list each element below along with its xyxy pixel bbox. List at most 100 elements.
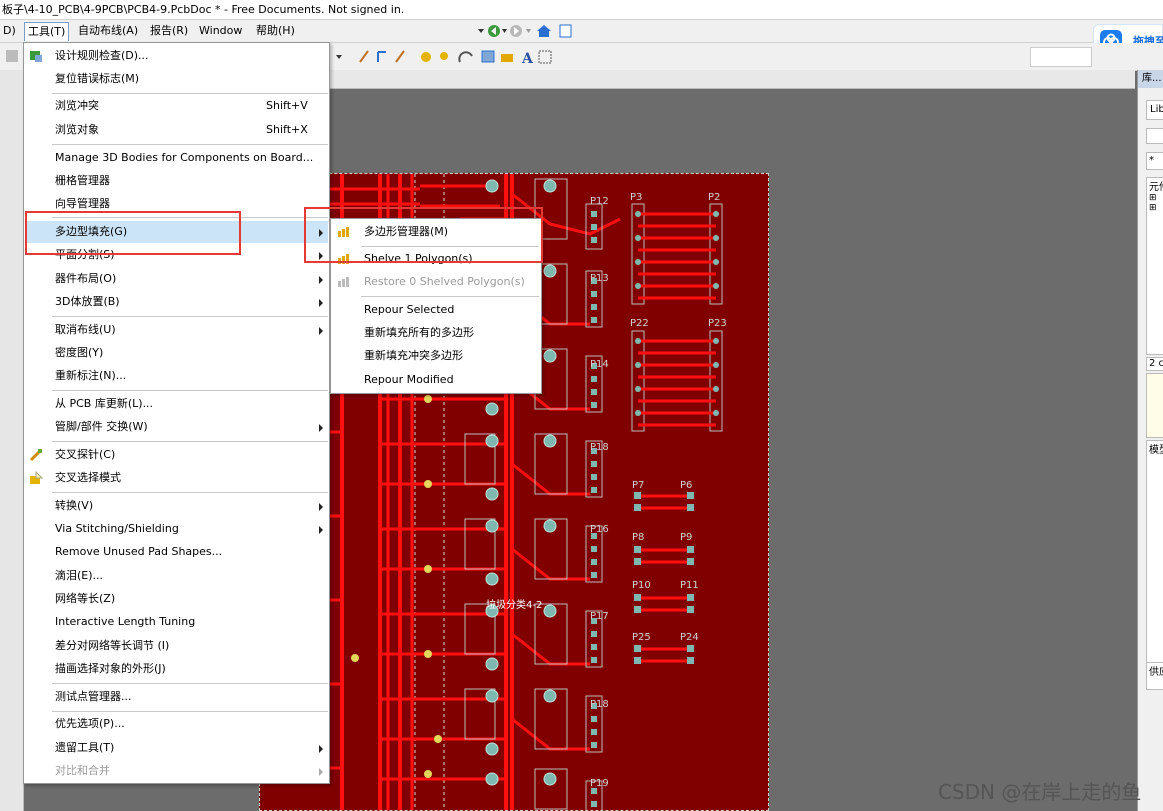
menu-item-design-rule-check[interactable]: 设计规则检查(D)...	[25, 45, 328, 67]
menu-item-outline-selected-objects[interactable]: 描画选择对象的外形(J)	[25, 658, 328, 680]
menu-design-partial[interactable]: D)	[0, 22, 19, 40]
document-tab-strip	[330, 70, 1135, 89]
left-panel-strip	[0, 70, 24, 811]
menu-item-3d-body-placement[interactable]: 3D体放置(B)	[25, 291, 328, 313]
window-title-text: 板子\4-10_PCB\4-9PCB\PCB4-9.PcbDoc * - Fre…	[2, 3, 405, 16]
models-header: 模型	[1149, 445, 1163, 456]
string-icon[interactable]: A	[521, 51, 534, 66]
menu-separator	[52, 441, 328, 442]
tools-menu: 设计规则检查(D)... 复位错误标志(M) 浏览冲突 Shift+V 浏览对象…	[23, 42, 330, 784]
home-icon[interactable]	[537, 25, 551, 31]
submenu-item-repour-selected[interactable]: Repour Selected	[332, 299, 540, 321]
menu-window[interactable]: Window	[196, 22, 245, 40]
supplier-section: 供应	[1146, 662, 1163, 690]
designator-label: P9	[680, 532, 692, 543]
interactive-route-icon[interactable]	[359, 50, 369, 63]
menu-reports[interactable]: 报告(R)	[147, 22, 191, 40]
designator-label: P11	[680, 580, 699, 591]
designator-label: P24	[680, 632, 699, 643]
dropdown-arrow-icon[interactable]	[526, 29, 531, 33]
designator-label: P6	[680, 480, 692, 491]
menu-item-component-placement[interactable]: 器件布局(O)	[25, 268, 328, 290]
submenu-item-repour-violating[interactable]: 重新填充冲突多边形	[332, 345, 540, 367]
menu-item-re-annotate[interactable]: 重新标注(N)...	[25, 365, 328, 387]
menu-item-interactive-length-tuning[interactable]: Interactive Length Tuning	[25, 611, 328, 633]
cross-select-icon	[30, 471, 43, 484]
menu-tools[interactable]: 工具(T)	[24, 22, 70, 41]
menu-item-manage-3d-bodies[interactable]: Manage 3D Bodies for Components on Board…	[25, 147, 328, 169]
csdn-watermark: CSDN @在岸上走的鱼	[938, 780, 1142, 804]
submenu-item-repour-modified[interactable]: Repour Modified	[332, 369, 540, 391]
submenu-arrow-icon	[319, 424, 323, 432]
component-count: 2 c	[1146, 357, 1163, 371]
menu-item-cross-select-mode[interactable]: 交叉选择模式	[25, 467, 328, 489]
models-section: 模型	[1146, 440, 1163, 665]
menu-item-remove-unused-pad-shapes[interactable]: Remove Unused Pad Shapes...	[25, 541, 328, 563]
submenu-arrow-icon	[319, 768, 323, 776]
submenu-item-repour-all[interactable]: 重新填充所有的多边形	[332, 322, 540, 344]
window-title: 板子\4-10_PCB\4-9PCB\PCB4-9.PcbDoc * - Fre…	[0, 0, 1163, 20]
tree-expander[interactable]: ⊞	[1149, 203, 1163, 213]
component-preview	[1146, 373, 1163, 438]
via-icon[interactable]	[440, 52, 448, 60]
dropdown-arrow-icon[interactable]	[502, 29, 507, 33]
menu-separator	[52, 144, 328, 145]
filter-input[interactable]	[1030, 47, 1092, 67]
menu-item-reset-error-markers[interactable]: 复位错误标志(M)	[25, 68, 328, 90]
component-list[interactable]: 元件 ⊞ ⊞	[1146, 177, 1163, 355]
multi-route-icon[interactable]	[395, 50, 405, 63]
menu-item-density-map[interactable]: 密度图(Y)	[25, 342, 328, 364]
menu-help[interactable]: 帮助(H)	[253, 22, 298, 40]
designator-label: P3	[630, 192, 642, 203]
designator-label: P17	[590, 611, 609, 622]
menu-item-diff-pair-length-tuning[interactable]: 差分对网络等长调节 (I)	[25, 635, 328, 657]
menu-item-grid-manager[interactable]: 栅格管理器	[25, 170, 328, 192]
component-icon[interactable]	[538, 50, 552, 64]
menu-autoroute[interactable]: 自动布线(A)	[75, 22, 141, 40]
designator-label: P10	[632, 580, 651, 591]
menu-item-pin-part-swapping[interactable]: 管脚/部件 交换(W)	[25, 416, 328, 438]
menu-separator	[52, 711, 328, 712]
fill-icon[interactable]	[481, 50, 495, 63]
menu-item-update-from-pcb-library[interactable]: 从 PCB 库更新(L)...	[25, 393, 328, 415]
menu-item-unroute[interactable]: 取消布线(U)	[25, 319, 328, 341]
menu-item-browse-violations[interactable]: 浏览冲突 Shift+V	[25, 95, 328, 117]
arc-icon[interactable]	[458, 51, 473, 63]
supplier-header: 供应	[1149, 667, 1163, 678]
libraries-button[interactable]: Lib	[1146, 100, 1163, 120]
dropdown-arrow-icon[interactable]	[478, 29, 484, 33]
submenu-item-restore-shelved-polygons: Restore 0 Shelved Polygon(s)	[332, 271, 540, 293]
menu-item-browse-objects[interactable]: 浏览对象 Shift+X	[25, 119, 328, 141]
menu-separator	[52, 93, 328, 94]
dropdown-arrow-icon[interactable]	[336, 55, 342, 59]
submenu-arrow-icon	[319, 327, 323, 335]
menu-item-cross-probe[interactable]: 交叉探针(C)	[25, 444, 328, 466]
menu-item-convert[interactable]: 转换(V)	[25, 495, 328, 517]
menu-item-compare-and-merge: 对比和合并	[25, 760, 328, 782]
menu-item-equalize-net-lengths[interactable]: 网络等长(Z)	[25, 588, 328, 610]
library-filter-input[interactable]: *	[1146, 152, 1163, 170]
menu-separator	[52, 492, 328, 493]
menu-separator	[52, 683, 328, 684]
shortcut-label: Shift+V	[266, 99, 308, 112]
polygon-pour-icon[interactable]	[501, 54, 513, 62]
menu-item-via-stitching[interactable]: Via Stitching/Shielding	[25, 518, 328, 540]
document-icon[interactable]	[559, 24, 572, 38]
connector-pins	[591, 211, 597, 807]
designator-label: P2	[708, 192, 720, 203]
menu-item-legacy-tools[interactable]: 遗留工具(T)	[25, 737, 328, 759]
tree-expander[interactable]: ⊞	[1149, 193, 1163, 203]
shortcut-label: Shift+X	[266, 123, 308, 136]
submenu-arrow-icon	[319, 276, 323, 284]
menu-item-testpoint-manager[interactable]: 测试点管理器...	[25, 686, 328, 708]
menu-item-teardrops[interactable]: 滴泪(E)...	[25, 565, 328, 587]
placement-tools: A	[336, 50, 552, 66]
restore-polygon-icon	[338, 277, 349, 287]
designator-label: P23	[708, 318, 727, 329]
designator-label: P14	[590, 359, 609, 370]
save-icon[interactable]	[4, 48, 20, 64]
library-search-icon[interactable]	[1146, 128, 1163, 144]
pad-icon[interactable]	[421, 52, 431, 62]
designator-label: P7	[632, 480, 644, 491]
menu-item-preferences[interactable]: 优先选项(P)...	[25, 713, 328, 735]
